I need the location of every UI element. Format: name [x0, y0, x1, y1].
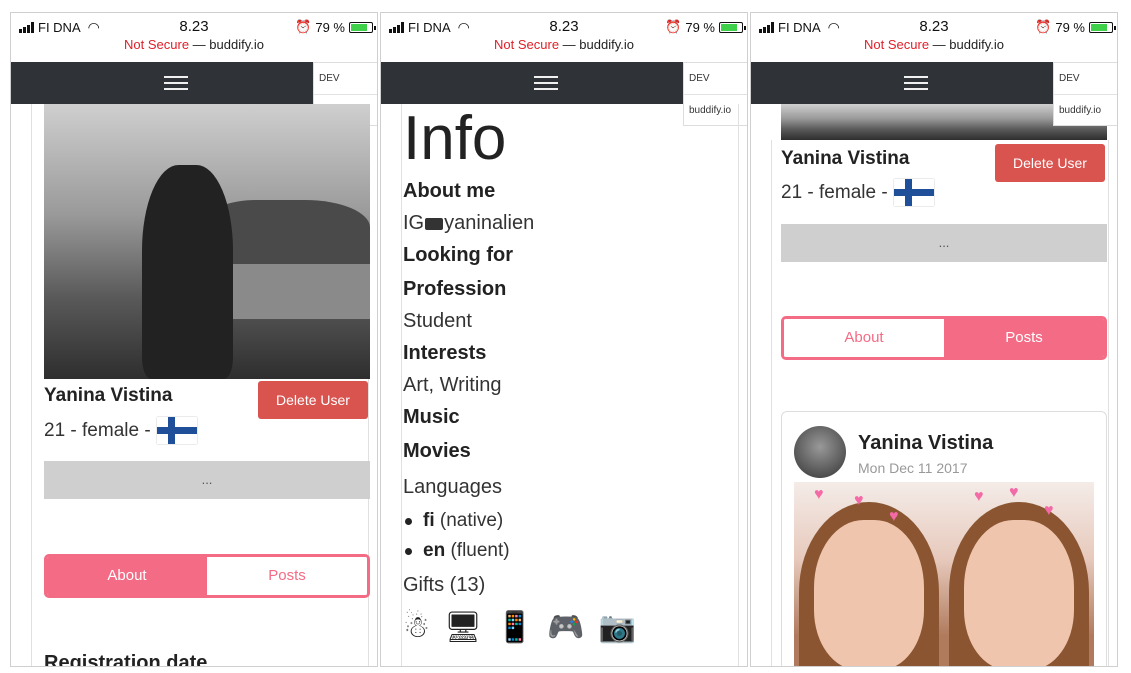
more-button[interactable]: ...: [44, 461, 370, 499]
heart-icon: ♥: [974, 488, 984, 505]
about-me-value: IG yaninalien: [403, 208, 687, 238]
not-secure-label: Not Secure: [124, 37, 190, 52]
info-section: Info About me IG yaninalien Looking for P…: [403, 104, 687, 645]
not-secure-label: Not Secure: [864, 37, 930, 52]
url-domain: buddify.io: [579, 37, 634, 52]
heart-icon: ♥: [889, 508, 899, 525]
address-bar[interactable]: Not Secure — buddify.io: [11, 37, 377, 52]
dropdown-item-dev[interactable]: DEV: [314, 63, 377, 94]
interests-value: Art, Writing: [403, 374, 502, 396]
looking-for-label: Looking for: [403, 244, 513, 266]
interests-label: Interests: [403, 342, 487, 364]
heart-icon: ♥: [814, 486, 824, 503]
post-card[interactable]: Yanina Vistina Mon Dec 11 2017 ♥ ♥ ♥ ♥ ♥…: [781, 411, 1107, 666]
profile-tabs: About Posts: [44, 554, 370, 598]
gifts-label: Gifts (13): [403, 574, 486, 596]
heart-icon: ♥: [854, 492, 864, 509]
phone-screen-profile: FI DNA ◠ 8.23 ⏰ 79 % Not Secure — buddif…: [10, 12, 378, 667]
status-bar: FI DNA ◠ 8.23 ⏰ 79 %: [381, 13, 747, 39]
tab-posts[interactable]: Posts: [944, 319, 1104, 357]
battery-percent: 79 %: [315, 19, 345, 35]
heart-icon: ♥: [1044, 502, 1054, 519]
profession-label: Profession: [403, 278, 507, 300]
tab-posts[interactable]: Posts: [207, 557, 367, 595]
battery-percent: 79 %: [1055, 19, 1085, 35]
list-item: en (fluent): [403, 536, 687, 566]
url-domain: buddify.io: [949, 37, 1004, 52]
music-label: Music: [403, 406, 460, 428]
not-secure-label: Not Secure: [494, 37, 560, 52]
post-date: Mon Dec 11 2017: [858, 460, 968, 476]
battery-icon: [719, 21, 746, 33]
profile-meta: 21 - female -: [44, 417, 197, 444]
about-me-label: About me: [403, 180, 496, 202]
url-separator: —: [559, 37, 580, 52]
profile-meta: 21 - female -: [781, 179, 934, 206]
url-separator: —: [189, 37, 210, 52]
phone-screen-posts: FI DNA ◠ 8.23 ⏰ 79 % Not Secure — buddif…: [750, 12, 1118, 667]
navbar: [381, 62, 683, 104]
hamburger-menu-icon[interactable]: [534, 76, 558, 94]
finland-flag-icon: [893, 179, 934, 206]
dev-dropdown: DEV buddify.io: [1053, 62, 1117, 126]
battery-icon: [349, 21, 376, 33]
more-button[interactable]: ...: [781, 224, 1107, 262]
registration-heading: Registration date: [44, 652, 208, 667]
navbar: [11, 62, 313, 104]
snowman-gift-icon: ☃: [403, 611, 430, 644]
dropdown-item-dev[interactable]: DEV: [684, 63, 747, 94]
navbar: [751, 62, 1053, 104]
url-separator: —: [929, 37, 950, 52]
battery-percent: 79 %: [685, 19, 715, 35]
address-bar[interactable]: Not Secure — buddify.io: [381, 37, 747, 52]
languages-label: Languages: [403, 476, 502, 498]
phone-screen-info: FI DNA ◠ 8.23 ⏰ 79 % Not Secure — buddif…: [380, 12, 748, 667]
alarm-icon: ⏰: [295, 19, 312, 34]
profile-tabs: About Posts: [781, 316, 1107, 360]
tab-about[interactable]: About: [47, 557, 207, 595]
delete-user-button[interactable]: Delete User: [995, 144, 1105, 182]
ig-prefix: IG: [403, 212, 425, 234]
ig-handle: yaninalien: [444, 212, 535, 234]
languages-list: fi (native) en (fluent): [403, 506, 687, 566]
finland-flag-icon: [156, 417, 197, 444]
post-author[interactable]: Yanina Vistina: [858, 432, 993, 455]
camera-icon: [425, 218, 444, 230]
battery-icon: [1089, 21, 1116, 33]
alarm-icon: ⏰: [665, 19, 682, 34]
age-gender: 21 - female -: [44, 419, 151, 441]
profile-photo: [44, 104, 370, 379]
camera-gift-icon: 📷: [598, 611, 637, 644]
gamepad-gift-icon: 🎮: [547, 611, 585, 644]
heart-icon: ♥: [1009, 484, 1019, 501]
alarm-icon: ⏰: [1035, 19, 1052, 34]
dropdown-item-domain[interactable]: buddify.io: [1054, 94, 1117, 125]
avatar[interactable]: [794, 426, 846, 478]
post-image[interactable]: ♥ ♥ ♥ ♥ ♥ ♥: [794, 482, 1094, 666]
list-item: fi (native): [403, 506, 687, 536]
profile-name: Yanina Vistina: [781, 148, 910, 169]
gifts-row: ☃ 🖥 📱 🎮 📷: [403, 610, 687, 645]
status-bar: FI DNA ◠ 8.23 ⏰ 79 %: [11, 13, 377, 39]
profile-name: Yanina Vistina: [44, 385, 173, 406]
hamburger-menu-icon[interactable]: [164, 76, 188, 94]
hamburger-menu-icon[interactable]: [904, 76, 928, 94]
profession-value: Student: [403, 310, 472, 332]
dropdown-item-dev[interactable]: DEV: [1054, 63, 1117, 94]
movies-label: Movies: [403, 440, 471, 462]
profile-content: Yanina Vistina 21 - female - Delete User…: [31, 104, 370, 667]
tab-about[interactable]: About: [784, 319, 944, 357]
info-title: Info: [403, 104, 507, 173]
delete-user-button[interactable]: Delete User: [258, 381, 368, 419]
monitor-gift-icon: 🖥: [443, 611, 482, 644]
url-domain: buddify.io: [209, 37, 264, 52]
status-bar: FI DNA ◠ 8.23 ⏰ 79 %: [751, 13, 1117, 39]
tablet-gift-icon: 📱: [496, 611, 534, 644]
address-bar[interactable]: Not Secure — buddify.io: [751, 37, 1117, 52]
age-gender: 21 - female -: [781, 181, 888, 203]
